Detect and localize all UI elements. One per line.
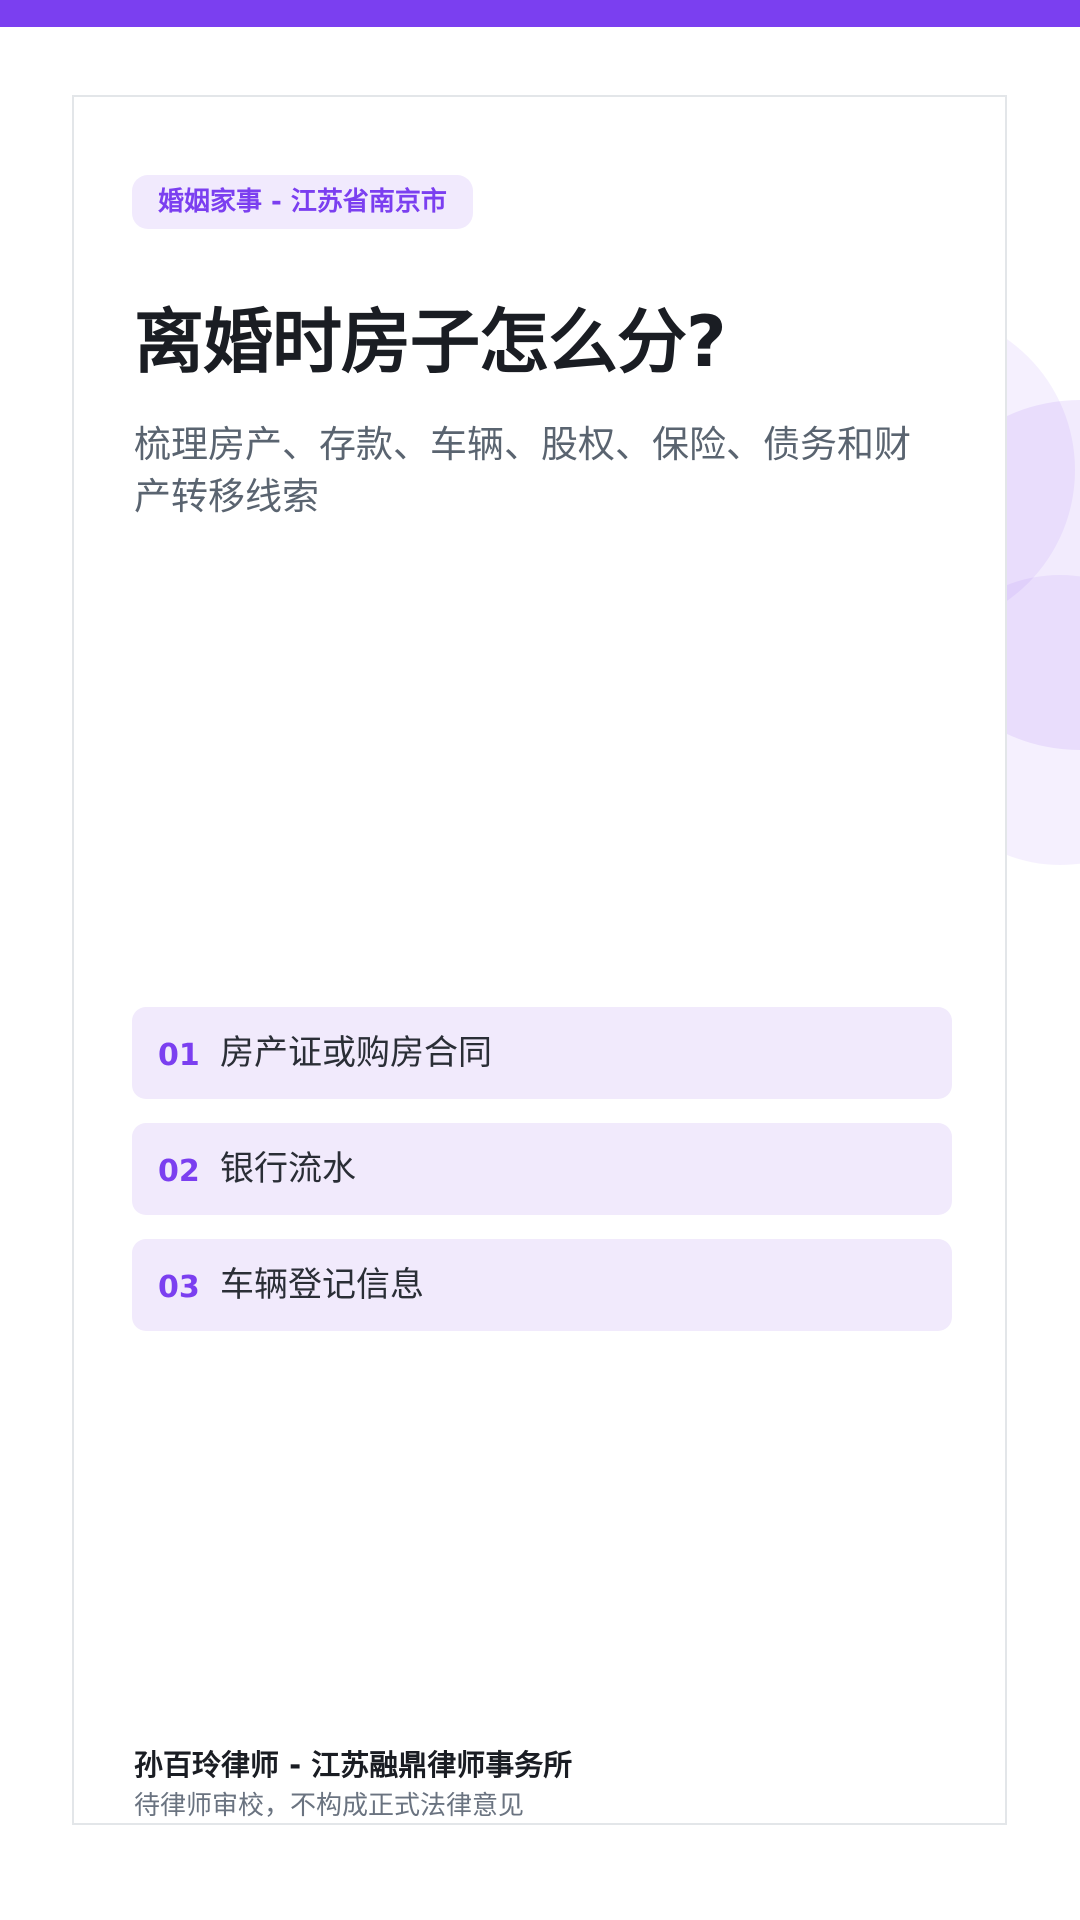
item-text: 车辆登记信息 bbox=[220, 1264, 424, 1305]
top-accent-bar bbox=[0, 0, 1080, 27]
checklist-item: 03 车辆登记信息 bbox=[132, 1239, 952, 1331]
legal-disclaimer: 待律师审校，不构成正式法律意见 bbox=[134, 1791, 525, 1821]
item-number: 01 bbox=[158, 1037, 200, 1073]
item-number: 02 bbox=[158, 1153, 200, 1189]
checklist-item: 01 房产证或购房合同 bbox=[132, 1007, 952, 1099]
category-tag: 婚姻家事 - 江苏省南京市 bbox=[132, 175, 473, 229]
item-text: 银行流水 bbox=[220, 1148, 356, 1189]
page-title: 离婚时房子怎么分? bbox=[134, 301, 727, 383]
checklist-item: 02 银行流水 bbox=[132, 1123, 952, 1215]
evidence-checklist: 01 房产证或购房合同 02 银行流水 03 车辆登记信息 bbox=[132, 1007, 952, 1355]
item-number: 03 bbox=[158, 1269, 200, 1305]
page-subtitle: 梳理房产、存款、车辆、股权、保险、债务和财产转移线索 bbox=[134, 423, 911, 518]
content-card: 婚姻家事 - 江苏省南京市 离婚时房子怎么分? 梳理房产、存款、车辆、股权、保险… bbox=[72, 95, 1007, 1825]
lawyer-credit: 孙百玲律师 - 江苏融鼎律师事务所 bbox=[134, 1748, 573, 1782]
item-text: 房产证或购房合同 bbox=[220, 1032, 492, 1073]
